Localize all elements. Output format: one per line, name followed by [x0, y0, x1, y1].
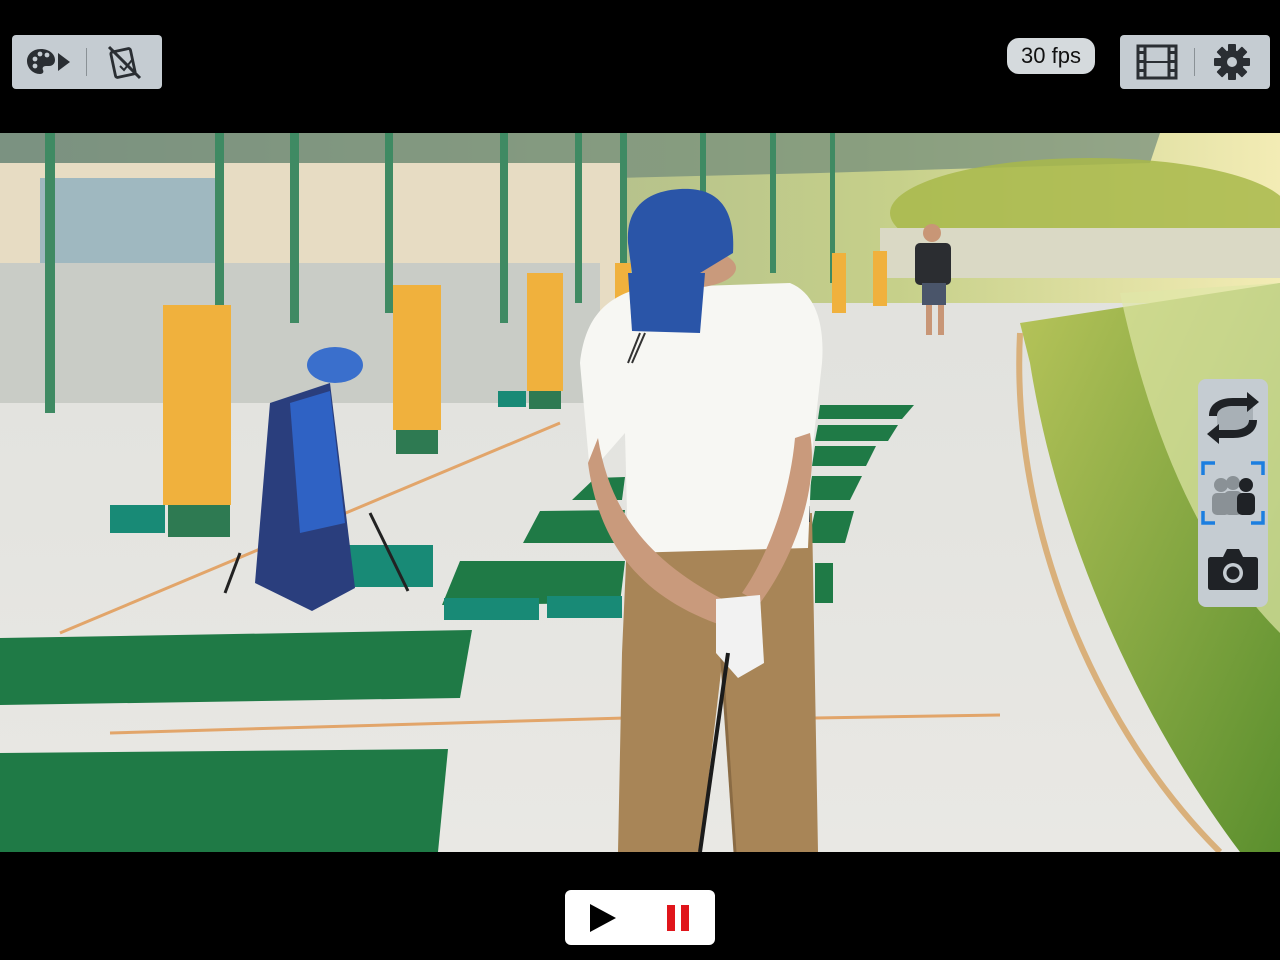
play-icon — [589, 903, 616, 932]
camera-icon — [1208, 549, 1258, 590]
no-phone-button[interactable] — [87, 35, 161, 89]
no-phone-icon — [107, 45, 142, 80]
play-button[interactable] — [573, 890, 633, 945]
settings-button[interactable] — [1195, 35, 1269, 89]
switch-camera-icon — [1207, 392, 1259, 444]
top-right-toolbar — [1120, 35, 1270, 89]
palette-play-icon — [27, 49, 70, 74]
people-focus-icon — [1201, 461, 1265, 525]
palette-play-button[interactable] — [12, 35, 86, 89]
film-strip-icon — [1136, 44, 1178, 80]
switch-camera-button[interactable] — [1200, 385, 1266, 451]
top-left-toolbar — [12, 35, 162, 89]
fps-badge: 30 fps — [1007, 38, 1095, 74]
pause-button[interactable] — [648, 890, 708, 945]
film-strip-button[interactable] — [1120, 35, 1194, 89]
playback-controls — [565, 890, 715, 945]
people-focus-button[interactable] — [1200, 460, 1266, 526]
pause-icon — [666, 904, 689, 931]
camera-preview[interactable] — [0, 133, 1280, 852]
camera-side-panel — [1198, 379, 1268, 607]
gear-icon — [1214, 44, 1250, 80]
camera-button[interactable] — [1200, 535, 1266, 601]
golf-range-scene — [0, 133, 1280, 852]
